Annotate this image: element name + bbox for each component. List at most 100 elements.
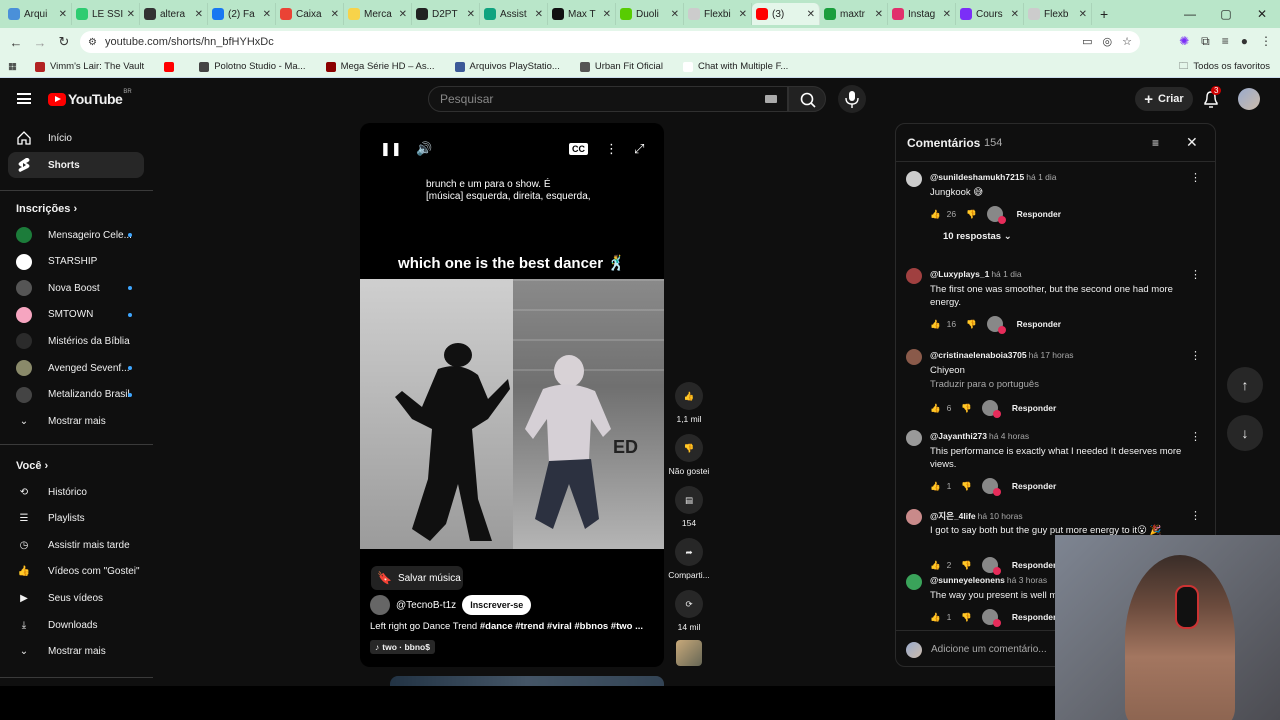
browser-tab[interactable]: Flexbi ✕ — [684, 3, 752, 25]
close-window-icon[interactable]: ✕ — [1244, 7, 1280, 21]
like-icon[interactable]: 👍 — [930, 319, 941, 330]
description-hashtags[interactable]: #dance #trend #viral #bbnos #two ... — [480, 621, 643, 632]
browser-tab[interactable]: Arqui ✕ — [4, 3, 72, 25]
sidebar-you-item[interactable]: ☰ Playlists — [8, 506, 144, 532]
browser-tab[interactable]: Cours ✕ — [956, 3, 1024, 25]
sidebar-channel[interactable]: Mistérios da Bíblia — [8, 328, 144, 354]
browser-tab[interactable]: Flexb ✕ — [1024, 3, 1092, 25]
avatar[interactable] — [906, 509, 922, 525]
view-replies-button[interactable]: 10 respostas ⌄ — [943, 231, 1012, 242]
comment-author[interactable]: @Luxyplays_1 há 1 dia — [930, 269, 1022, 279]
reply-button[interactable]: Responder — [1012, 481, 1056, 491]
sidebar-item-shorts[interactable]: Shorts — [8, 152, 144, 178]
sidebar-show-more[interactable]: ⌄ Mostrar mais — [8, 408, 144, 434]
next-short-preview[interactable] — [390, 676, 664, 686]
tab-close-icon[interactable]: ✕ — [807, 9, 815, 20]
shorts-player[interactable]: ❚❚ 🔊 CC ⋮ ⤢ brunch e um para o show. É [… — [360, 123, 664, 667]
tab-close-icon[interactable]: ✕ — [263, 9, 271, 20]
tab-close-icon[interactable]: ✕ — [671, 9, 679, 20]
sidebar-show-more-2[interactable]: ⌄ Mostrar mais — [8, 638, 144, 664]
new-tab-icon[interactable]: + — [1092, 6, 1116, 22]
sidebar-channel[interactable]: SMTOWN — [8, 302, 144, 328]
bookmark-item[interactable]: Mega Série HD – As... — [325, 61, 435, 72]
comments-button[interactable]: ▤ 154 — [668, 486, 710, 528]
next-short-button[interactable]: ↓ — [1227, 415, 1263, 451]
avatar[interactable] — [906, 349, 922, 365]
restore-icon[interactable]: ▢ — [1208, 7, 1244, 21]
tab-close-icon[interactable]: ✕ — [59, 9, 67, 20]
avatar[interactable] — [906, 171, 922, 187]
tab-close-icon[interactable]: ✕ — [399, 9, 407, 20]
avatar[interactable] — [906, 574, 922, 590]
all-bookmarks-button[interactable]: 🗀 Todos os favoritos — [1179, 59, 1270, 75]
sidebar-item-home[interactable]: Início — [8, 125, 144, 151]
bookmark-item[interactable]: Chat with Multiple F... — [682, 61, 788, 72]
channel-avatar[interactable] — [370, 595, 390, 615]
extension-icon[interactable]: ✺ — [1179, 34, 1189, 49]
reply-button[interactable]: Responder — [1017, 209, 1061, 219]
sidebar-channel[interactable]: Metalizando Brasil — [8, 382, 144, 408]
browser-tab[interactable]: (2) Fa ✕ — [208, 3, 276, 25]
tab-close-icon[interactable]: ✕ — [535, 9, 543, 20]
browser-tab[interactable]: LE SSI ✕ — [72, 3, 140, 25]
tab-close-icon[interactable]: ✕ — [603, 9, 611, 20]
bookmark-item[interactable]: Polotno Studio - Ma... — [199, 61, 306, 72]
tab-close-icon[interactable]: ✕ — [739, 9, 747, 20]
fullscreen-icon[interactable]: ⤢ — [634, 141, 644, 157]
comment-menu-icon[interactable]: ⋮ — [1190, 349, 1201, 362]
like-icon[interactable]: 👍 — [930, 403, 941, 414]
search-button[interactable] — [788, 86, 826, 112]
tab-close-icon[interactable]: ✕ — [331, 9, 339, 20]
sidebar-channel[interactable]: STARSHIP — [8, 249, 144, 275]
youtube-logo[interactable]: YouTube BR — [48, 89, 132, 107]
dislike-icon[interactable]: 👎 — [961, 403, 972, 414]
remix-button[interactable]: ⟳ 14 mil — [668, 590, 710, 632]
dislike-icon[interactable]: 👎 — [961, 481, 972, 492]
bookmark-item[interactable]: Arquivos PlayStatio... — [454, 61, 560, 72]
tab-close-icon[interactable]: ✕ — [1011, 9, 1019, 20]
tab-close-icon[interactable]: ✕ — [1079, 9, 1087, 20]
keyboard-icon[interactable] — [765, 95, 777, 103]
volume-icon[interactable]: 🔊 — [416, 141, 432, 157]
comment-menu-icon[interactable]: ⋮ — [1190, 268, 1201, 281]
search-input[interactable]: Pesquisar — [428, 86, 788, 112]
sidebar-you-item[interactable]: ▶ Seus vídeos — [8, 585, 144, 611]
comment-menu-icon[interactable]: ⋮ — [1190, 171, 1201, 184]
tab-close-icon[interactable]: ✕ — [943, 9, 951, 20]
like-icon[interactable]: 👍 — [930, 481, 941, 492]
reply-button[interactable]: Responder — [1012, 560, 1056, 570]
comment-author[interactable]: @지은_4life há 10 horas — [930, 510, 1023, 522]
sidebar-you-item[interactable]: ◷ Assistir mais tarde — [8, 532, 144, 558]
url-field[interactable]: ⚙ youtube.com/shorts/hn_bfHYHxDc ▭ ◎ ☆ — [80, 31, 1140, 53]
comment-author[interactable]: @sunneyeleonens há 3 horas — [930, 575, 1047, 585]
subscriptions-heading[interactable]: Inscrições › — [16, 203, 77, 215]
cast-icon[interactable]: ▭ — [1082, 35, 1092, 48]
comment-menu-icon[interactable]: ⋮ — [1190, 509, 1201, 522]
reply-button[interactable]: Responder — [1012, 612, 1056, 622]
video-description[interactable]: Left right go Dance Trend #dance #trend … — [370, 621, 660, 632]
reply-button[interactable]: Responder — [1012, 403, 1056, 413]
browser-tab[interactable]: Max T ✕ — [548, 3, 616, 25]
dislike-icon[interactable]: 👎 — [966, 209, 977, 220]
dislike-icon[interactable]: 👎 — [961, 612, 972, 623]
like-icon[interactable]: 👍 — [930, 612, 941, 623]
bookmark-item[interactable]: Vimm's Lair: The Vault — [34, 61, 144, 72]
comment-author[interactable]: @Jayanthi273 há 4 horas — [930, 431, 1029, 441]
sidebar-channel[interactable]: Avenged Sevenf... — [8, 355, 144, 381]
notifications-button[interactable]: 3 — [1202, 86, 1222, 109]
profile-avatar-icon[interactable]: ● — [1241, 34, 1248, 49]
dislike-button[interactable]: 👎 Não gostei — [668, 434, 710, 476]
comment-author[interactable]: @sunildeshamukh7215 há 1 dia — [930, 172, 1057, 182]
bookmark-item[interactable]: Urban Fit Oficial — [579, 61, 663, 72]
bookmark-star-icon[interactable]: ☆ — [1122, 35, 1132, 48]
minimize-icon[interactable]: — — [1172, 7, 1208, 21]
pause-icon[interactable]: ❚❚ — [380, 141, 402, 157]
apps-grid-icon[interactable]: ▦ — [8, 61, 17, 72]
more-options-icon[interactable]: ⋮ — [605, 141, 618, 157]
back-icon[interactable]: ← — [4, 35, 28, 50]
previous-short-button[interactable]: ↑ — [1227, 367, 1263, 403]
avatar[interactable] — [906, 268, 922, 284]
forward-icon[interactable]: → — [28, 35, 52, 50]
captions-icon[interactable]: CC — [569, 143, 588, 155]
sidebar-you-item[interactable]: ⟲ Histórico — [8, 479, 144, 505]
